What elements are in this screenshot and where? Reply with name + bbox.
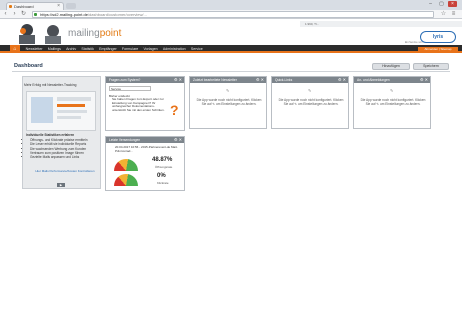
- widget-message: Die App wurde noch nicht konfiguriert. K…: [278, 98, 344, 106]
- widget-controls-icon[interactable]: ⚙ ✕: [420, 77, 428, 83]
- open-rate-label: Öffnungsrate: [155, 165, 173, 169]
- widget-title[interactable]: An- und Abmeldungen: [354, 77, 430, 83]
- edit-icon[interactable]: ✎: [226, 88, 229, 93]
- menu-item-newsletter[interactable]: Newsletter: [23, 45, 45, 53]
- url-input[interactable]: https://sd2.mailing-point.de/dashboard/c…: [32, 11, 434, 18]
- menu-item-administration[interactable]: Administration: [160, 45, 188, 53]
- question-icon: ?: [170, 102, 179, 118]
- menu-item-service[interactable]: Service: [188, 45, 205, 53]
- widget-quick-links: Quick-Links ⚙ ✕ ✎ Die App wurde noch nic…: [271, 76, 349, 129]
- widget-recent-newsletters: Zuletzt bearbeitete Newsletter ⚙ ✕ ✎ Die…: [189, 76, 267, 129]
- promo-text: Individuelle Statistiken erfahren Öffnun…: [26, 133, 98, 159]
- help-text: Sie haben Fragen zum Export oder zur Ein…: [112, 97, 165, 112]
- open-rate-value: 48.87%: [152, 157, 173, 163]
- partner-note: Ein Service von: [405, 41, 423, 44]
- arrow-right-icon[interactable]: ›: [11, 11, 18, 18]
- minimize-button[interactable]: –: [426, 1, 435, 7]
- promo-list-title: Individuelle Statistiken erfahren: [26, 133, 75, 137]
- widget-subscriptions: An- und Abmeldungen ⚙ ✕ ✎ Die App wurde …: [353, 76, 431, 129]
- url-host: https://sd2.mailing-point.de: [40, 12, 88, 17]
- topic-select[interactable]: Service: [109, 86, 151, 91]
- promo-screenshot: [26, 91, 96, 131]
- lock-icon: [34, 13, 37, 16]
- click-rate-label: Klickrate: [157, 181, 169, 185]
- widget-title[interactable]: Quick-Links: [272, 77, 348, 83]
- promo-list: Öffnungs- und Klickrate präzise ermittel…: [26, 138, 98, 159]
- tab-close-icon[interactable]: ×: [57, 3, 60, 9]
- menu-icon[interactable]: ≡: [450, 11, 457, 18]
- arrow-left-icon[interactable]: ‹: [2, 11, 9, 18]
- menu-item-empfaenger[interactable]: Empfänger: [97, 45, 120, 53]
- account-info: 1.990, Tr...: [305, 22, 320, 26]
- favicon-icon: [9, 5, 12, 8]
- promo-link[interactable]: Hier Mails Performance/Kosten Kontrollie…: [33, 169, 97, 173]
- click-rate-value: 0%: [157, 173, 166, 179]
- widget-message: Die App wurde noch nicht konfiguriert. K…: [196, 98, 262, 106]
- widget-controls-icon[interactable]: ⚙ ✕: [174, 77, 182, 83]
- star-icon[interactable]: ☆: [440, 11, 447, 18]
- open-rate-gauge: [114, 159, 138, 171]
- menu-item-formulare[interactable]: Formulare: [119, 45, 141, 53]
- menu-item-statistik[interactable]: Statistik: [79, 45, 97, 53]
- main-menu: Newsletter Mailings Archiv Statistik Emp…: [23, 45, 205, 53]
- widget-controls-icon[interactable]: ⚙ ✕: [338, 77, 346, 83]
- browser-tab[interactable]: Dashboard ×: [6, 2, 64, 10]
- edit-icon[interactable]: ✎: [390, 88, 393, 93]
- widget-title[interactable]: Fragen zum System?: [106, 77, 184, 83]
- maximize-button[interactable]: ▢: [437, 1, 446, 7]
- widget-title[interactable]: Zuletzt bearbeitete Newsletter: [190, 77, 266, 83]
- widget-help: Fragen zum System? ⚙ ✕ Service Bisher en…: [105, 76, 185, 131]
- mailing-name[interactable]: 20.04.2017 10:56 - 2015-Partnerevent-de …: [115, 145, 181, 153]
- partner-logo: lyris: [420, 31, 456, 43]
- menu-item-vorlagen[interactable]: Vorlagen: [141, 45, 160, 53]
- widget-controls-icon[interactable]: ⚙ ✕: [174, 137, 182, 143]
- edit-icon[interactable]: ✎: [308, 88, 311, 93]
- menu-item-archiv[interactable]: Archiv: [64, 45, 79, 53]
- logout-link[interactable]: Abmelden | Sitemap: [418, 47, 458, 52]
- promo-headline: Mehr Erfolg mit Newsletter-Tracking: [24, 83, 77, 87]
- title-divider: [12, 71, 450, 72]
- widget-controls-icon[interactable]: ⚙ ✕: [256, 77, 264, 83]
- new-tab-button[interactable]: [66, 3, 76, 9]
- click-rate-gauge: [114, 174, 138, 186]
- save-layout-button[interactable]: Speichern: [413, 63, 449, 70]
- home-icon[interactable]: ⌂: [10, 45, 20, 53]
- page-title: Dashboard: [14, 63, 43, 69]
- add-widget-button[interactable]: Hinzufügen: [372, 63, 410, 70]
- widget-title[interactable]: Letzte Versendungen: [106, 137, 184, 143]
- widget-last-sendings: Letzte Versendungen ⚙ ✕ 20.04.2017 10:56…: [105, 136, 185, 191]
- header-people-image: [19, 24, 61, 44]
- window-close-button[interactable]: ×: [448, 1, 457, 7]
- url-path: /dashboard/customer/overview/...: [87, 12, 147, 17]
- tab-title: Dashboard: [14, 4, 34, 9]
- reload-icon[interactable]: ↻: [20, 11, 27, 18]
- menu-item-mailings[interactable]: Mailings: [45, 45, 63, 53]
- promo-more-button[interactable]: ▶: [57, 183, 65, 187]
- mailingpoint-logo: mailingpoint: [68, 28, 122, 39]
- list-item: Gezielte Mails anpassen und Links: [30, 155, 98, 159]
- widget-message: Die App wurde noch nicht konfiguriert. K…: [360, 98, 426, 106]
